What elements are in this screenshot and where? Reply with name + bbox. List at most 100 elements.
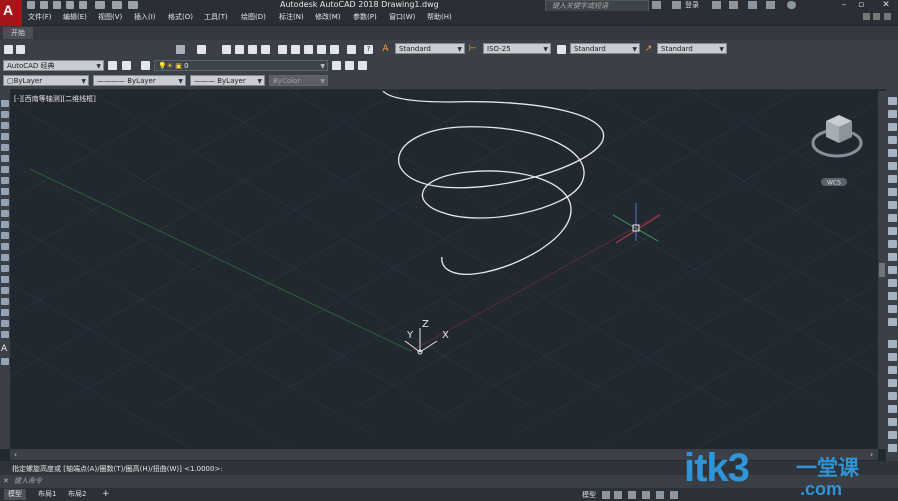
grid-display-icon[interactable] (602, 491, 610, 499)
viewcube[interactable]: WCS (811, 115, 863, 187)
menu-dimension[interactable]: 标注(N) (279, 12, 304, 22)
save-icon[interactable] (53, 1, 61, 9)
store-icon[interactable] (712, 1, 721, 9)
scale-icon[interactable] (888, 188, 897, 196)
quick-select-icon[interactable] (888, 418, 897, 426)
properties-icon[interactable] (278, 45, 287, 54)
polygon-icon[interactable] (1, 133, 9, 140)
command-line[interactable] (0, 475, 898, 488)
area-icon[interactable] (888, 353, 897, 361)
exchange-icon[interactable] (748, 1, 757, 9)
blend-icon[interactable] (888, 305, 897, 313)
text-style-select[interactable]: Standard ▼ (395, 43, 465, 54)
break-icon[interactable] (888, 253, 897, 261)
layer-previous-icon[interactable] (345, 61, 354, 70)
menu-view[interactable]: 视图(V) (98, 12, 122, 22)
group-icon[interactable] (888, 431, 897, 439)
table-style-select[interactable]: Standard ▼ (570, 43, 640, 54)
fillet-icon[interactable] (888, 292, 897, 300)
rotate-icon[interactable] (888, 175, 897, 183)
search-icon[interactable] (652, 1, 661, 9)
sheet-set-icon[interactable] (317, 45, 326, 54)
pan-icon[interactable] (222, 45, 231, 54)
print-icon[interactable] (79, 1, 87, 9)
vertical-scroll-thumb[interactable] (879, 263, 885, 277)
restore-icon[interactable]: ▫ (853, 0, 869, 11)
menu-parametric[interactable]: 参数(P) (353, 12, 377, 22)
tab-layout2[interactable]: 布局2 (64, 489, 90, 500)
polar-tracking-icon[interactable] (670, 491, 678, 499)
join-icon[interactable] (888, 266, 897, 274)
zoom-window-icon[interactable] (248, 45, 257, 54)
revcloud-icon[interactable] (1, 177, 9, 184)
account-icon[interactable] (766, 1, 775, 9)
app-logo-button[interactable]: A (0, 0, 22, 26)
spline-icon[interactable] (1, 188, 9, 195)
ortho-icon[interactable] (656, 491, 664, 499)
menu-insert[interactable]: 插入(I) (134, 12, 156, 22)
polyline-icon[interactable] (1, 122, 9, 129)
menu-close-icon[interactable] (884, 13, 891, 20)
make-current-layer-icon[interactable] (332, 61, 341, 70)
id-point-icon[interactable] (888, 392, 897, 400)
select-similar-icon[interactable] (888, 405, 897, 413)
workspace-settings-icon[interactable] (108, 61, 117, 70)
workspace-select[interactable]: AutoCAD 经典 ▼ (3, 60, 104, 71)
construction-line-icon[interactable] (1, 111, 9, 118)
connect-icon[interactable] (729, 1, 738, 9)
menu-format[interactable]: 格式(O) (168, 12, 193, 22)
menu-draw[interactable]: 绘图(D) (241, 12, 266, 22)
menu-edit[interactable]: 编辑(E) (63, 12, 87, 22)
tab-layout1[interactable]: 布局1 (34, 489, 60, 500)
color-select[interactable]: ▢ByLayer ▼ (3, 75, 89, 86)
make-block-icon[interactable] (1, 232, 9, 239)
erase-icon[interactable] (888, 97, 897, 105)
add-layout-button[interactable]: + (98, 489, 114, 500)
circle-icon[interactable] (1, 166, 9, 173)
undo-icon[interactable] (95, 1, 105, 9)
add-selected-icon[interactable] (1, 358, 9, 365)
array-icon[interactable] (888, 149, 897, 157)
open-icon[interactable] (16, 45, 25, 54)
command-input[interactable]: 键入命令 (14, 476, 42, 486)
save-as-icon[interactable] (66, 1, 74, 9)
zoom-realtime-icon[interactable] (235, 45, 244, 54)
3dpoly-icon[interactable] (1, 309, 9, 316)
point-icon[interactable] (1, 243, 9, 250)
menu-help[interactable]: 帮助(H) (427, 12, 452, 22)
menu-tools[interactable]: 工具(T) (204, 12, 228, 22)
minimize-icon[interactable]: – (836, 0, 852, 11)
tab-start[interactable]: 开始 (3, 27, 33, 39)
ellipse-icon[interactable] (1, 199, 9, 206)
menu-restore-icon[interactable] (873, 13, 880, 20)
hatch-icon[interactable] (1, 254, 9, 261)
move-icon[interactable] (888, 162, 897, 170)
design-center-icon[interactable] (291, 45, 300, 54)
open-file-icon[interactable] (40, 1, 48, 9)
tab-model[interactable]: 模型 (4, 489, 26, 500)
linetype-select[interactable]: ———— ByLayer ▼ (93, 75, 186, 86)
tool-palettes-icon[interactable] (304, 45, 313, 54)
wcs-label[interactable]: WCS (827, 180, 841, 187)
dynamic-input-icon[interactable] (642, 491, 650, 499)
ungroup-icon[interactable] (888, 444, 897, 452)
qnew-icon[interactable] (4, 45, 13, 54)
mtext-icon[interactable]: A (1, 344, 9, 354)
extend-icon[interactable] (888, 227, 897, 235)
table-icon[interactable] (1, 287, 9, 294)
redo-icon[interactable] (112, 1, 122, 9)
gradient-icon[interactable] (1, 265, 9, 272)
arc-icon[interactable] (1, 155, 9, 162)
offset-icon[interactable] (888, 136, 897, 144)
customize-icon[interactable] (128, 1, 138, 9)
wipeout-icon[interactable] (1, 298, 9, 305)
close-icon[interactable]: ✕ (878, 0, 894, 11)
scroll-right-icon[interactable]: › (870, 450, 873, 459)
infer-constraints-icon[interactable] (628, 491, 636, 499)
dist-icon[interactable] (888, 340, 897, 348)
list-icon[interactable] (888, 379, 897, 387)
region-mass-icon[interactable] (888, 366, 897, 374)
login-link[interactable]: 登录 (685, 0, 699, 10)
layer-properties-icon[interactable] (141, 61, 150, 70)
viewport-label[interactable]: [-][西南等轴测][二维线框] (14, 94, 96, 104)
